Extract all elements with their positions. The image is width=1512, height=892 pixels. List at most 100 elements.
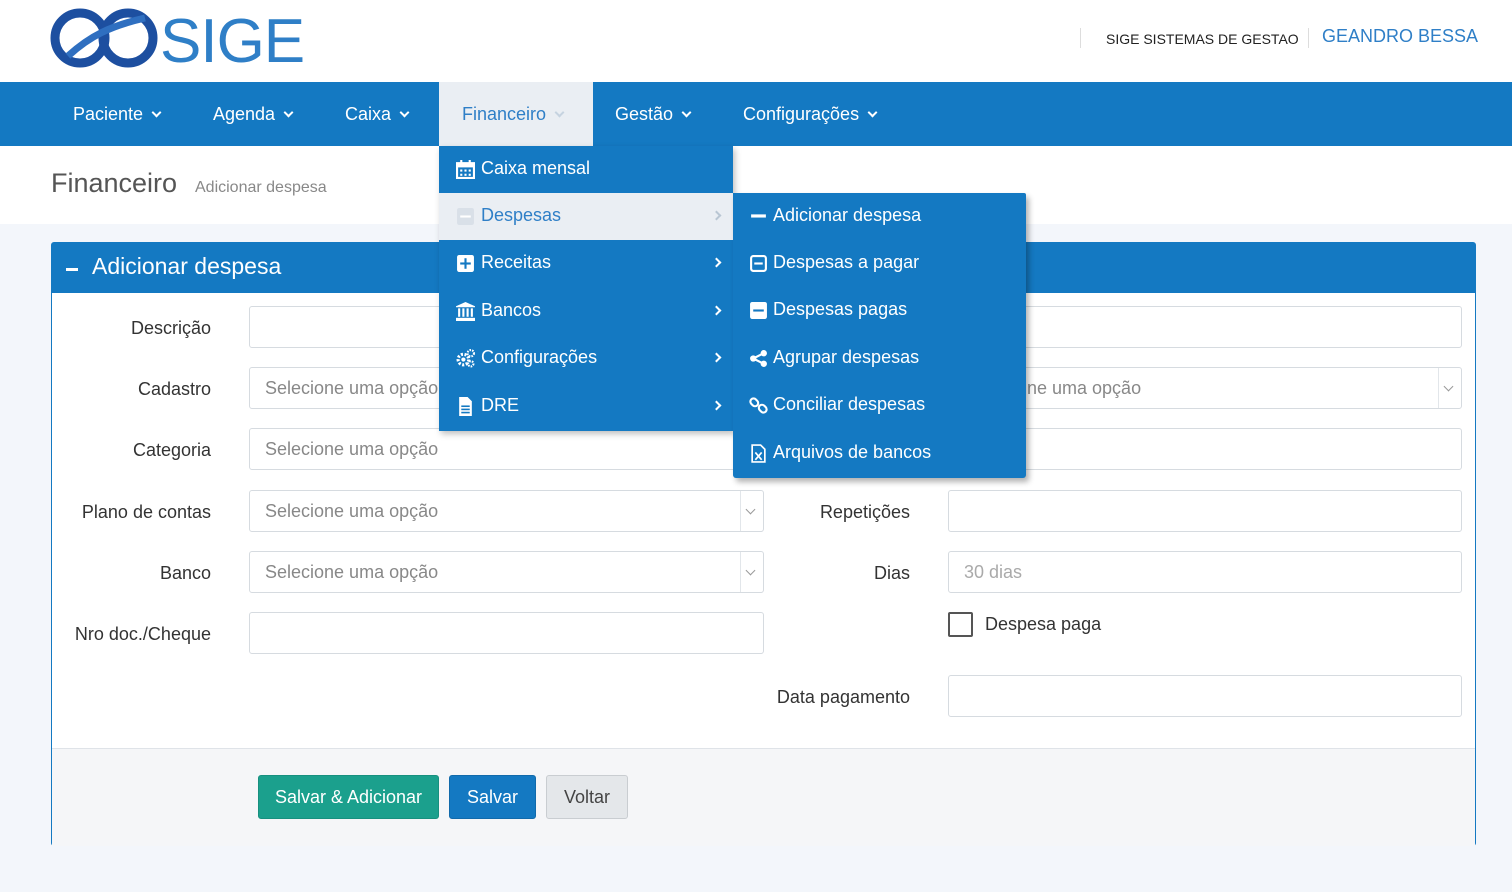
repeticoes-label: Repetições — [819, 502, 910, 522]
save-button[interactable]: Salvar — [449, 775, 536, 819]
chevron-right-icon — [711, 257, 722, 268]
bank-icon — [456, 302, 475, 321]
data-pagamento-input[interactable] — [948, 675, 1462, 717]
nav-caixa[interactable]: Caixa — [323, 82, 439, 146]
nav-label: Financeiro — [462, 104, 547, 124]
main-navbar: Paciente Agenda Caixa Financeiro Gestão … — [0, 82, 1512, 146]
banco-select[interactable]: Selecione uma opção — [249, 551, 764, 593]
minus-icon — [751, 214, 766, 218]
share-icon — [750, 350, 767, 367]
collapse-icon[interactable] — [66, 268, 78, 271]
logo-text: SIGE — [160, 7, 304, 70]
minus-square-outline-icon — [750, 255, 767, 272]
menu-label: DRE — [481, 395, 520, 415]
nav-label: Caixa — [345, 104, 392, 124]
company-name: SIGE SISTEMAS DE GESTAO — [1106, 31, 1299, 47]
nav-label: Gestão — [615, 104, 674, 124]
chevron-down-icon — [867, 107, 878, 118]
menu-item-bancos[interactable]: Bancos — [439, 288, 733, 335]
banco-label: Banco — [159, 563, 211, 583]
plano-contas-label: Plano de contas — [81, 502, 211, 522]
nro-doc-label: Nro doc./Cheque — [74, 624, 211, 644]
nav-paciente[interactable]: Paciente — [51, 82, 186, 146]
nav-label: Configurações — [743, 104, 860, 124]
menu-item-receitas[interactable]: Receitas — [439, 240, 733, 287]
banco-placeholder: Selecione uma opção — [265, 562, 439, 582]
dias-input[interactable]: 30 dias — [948, 551, 1462, 593]
nav-configuracoes[interactable]: Configurações — [721, 82, 901, 146]
file-excel-icon — [751, 444, 766, 463]
despesa-paga-checkbox[interactable] — [948, 612, 973, 637]
chevron-down-icon — [745, 504, 756, 515]
nav-agenda[interactable]: Agenda — [191, 82, 318, 146]
chevron-down-icon — [745, 565, 756, 576]
menu-label: Agrupar despesas — [773, 347, 920, 367]
menu-label: Conciliar despesas — [773, 394, 926, 414]
chevron-right-icon — [711, 352, 722, 363]
submenu-item-agrupar-despesas[interactable]: Agrupar despesas — [733, 335, 1026, 382]
cadastro-label: Cadastro — [137, 379, 211, 399]
page-subtitle: Adicionar despesa — [195, 179, 327, 196]
chevron-down-icon — [554, 107, 565, 118]
menu-label: Configurações — [481, 347, 598, 367]
save-and-add-button[interactable]: Salvar & Adicionar — [258, 775, 439, 819]
financeiro-dropdown-menu: Caixa mensal Despesas Receitas Bancos Co… — [439, 146, 733, 431]
chevron-right-icon — [711, 400, 722, 411]
menu-label: Despesas — [481, 205, 562, 225]
link-icon — [749, 397, 768, 414]
plus-square-icon — [457, 255, 474, 272]
back-button[interactable]: Voltar — [546, 775, 628, 819]
dias-placeholder: 30 dias — [964, 562, 1023, 582]
right-select-placeholder: ne uma opção — [1027, 378, 1142, 398]
user-menu-link[interactable]: GEANDRO BESSA — [1322, 26, 1478, 47]
chevron-right-icon — [711, 210, 722, 221]
menu-label: Receitas — [481, 252, 552, 272]
menu-label: Despesas a pagar — [773, 252, 920, 272]
plano-contas-placeholder: Selecione uma opção — [265, 501, 439, 521]
menu-item-dre[interactable]: DRE — [439, 383, 733, 430]
menu-item-despesas[interactable]: Despesas — [439, 193, 733, 240]
sige-logo[interactable]: SIGE — [50, 6, 320, 70]
nav-label: Agenda — [213, 104, 276, 124]
cogs-icon — [456, 349, 475, 368]
nro-doc-input[interactable] — [249, 612, 764, 654]
nav-financeiro[interactable]: Financeiro — [439, 82, 593, 146]
submenu-item-adicionar-despesa[interactable]: Adicionar despesa — [733, 193, 1026, 240]
submenu-item-despesas-a-pagar[interactable]: Despesas a pagar — [733, 240, 1026, 287]
repeticoes-input[interactable] — [948, 490, 1462, 532]
minus-square-icon — [457, 208, 474, 225]
plano-contas-select[interactable]: Selecione uma opção — [249, 490, 764, 532]
categoria-placeholder: Selecione uma opção — [265, 439, 439, 459]
chevron-right-icon — [711, 305, 722, 316]
calendar-icon — [456, 160, 475, 179]
despesas-submenu: Adicionar despesa Despesas a pagar Despe… — [733, 193, 1026, 478]
submenu-item-conciliar-despesas[interactable]: Conciliar despesas — [733, 382, 1026, 429]
cadastro-placeholder: Selecione uma opção — [265, 378, 439, 398]
menu-label: Arquivos de bancos — [773, 442, 932, 462]
select-divider — [740, 552, 741, 592]
submenu-item-arquivos-de-bancos[interactable]: Arquivos de bancos — [733, 430, 1026, 477]
categoria-select[interactable]: Selecione uma opção — [249, 428, 764, 470]
select-divider — [740, 491, 741, 531]
chevron-down-icon — [681, 107, 692, 118]
submenu-item-despesas-pagas[interactable]: Despesas pagas — [733, 287, 1026, 334]
chevron-down-icon — [151, 107, 162, 118]
nav-label: Paciente — [73, 104, 144, 124]
header-divider — [1308, 28, 1309, 48]
nav-gestao[interactable]: Gestão — [593, 82, 721, 146]
descricao-label: Descrição — [130, 318, 211, 338]
menu-item-caixa-mensal[interactable]: Caixa mensal — [439, 146, 733, 193]
categoria-label: Categoria — [132, 440, 211, 460]
top-header: SIGE SIGE SISTEMAS DE GESTAO GEANDRO BES… — [0, 0, 1512, 82]
menu-label: Despesas pagas — [773, 299, 908, 319]
dias-label: Dias — [873, 563, 910, 583]
file-icon — [459, 397, 472, 416]
panel-title: Adicionar despesa — [92, 253, 282, 279]
chevron-down-icon — [283, 107, 294, 118]
despesa-paga-label[interactable]: Despesa paga — [985, 614, 1101, 635]
menu-label: Bancos — [481, 300, 542, 320]
chevron-down-icon — [399, 107, 410, 118]
chevron-down-icon — [1443, 381, 1454, 392]
menu-item-configuracoes[interactable]: Configurações — [439, 335, 733, 382]
page-title: Financeiro — [51, 168, 178, 198]
